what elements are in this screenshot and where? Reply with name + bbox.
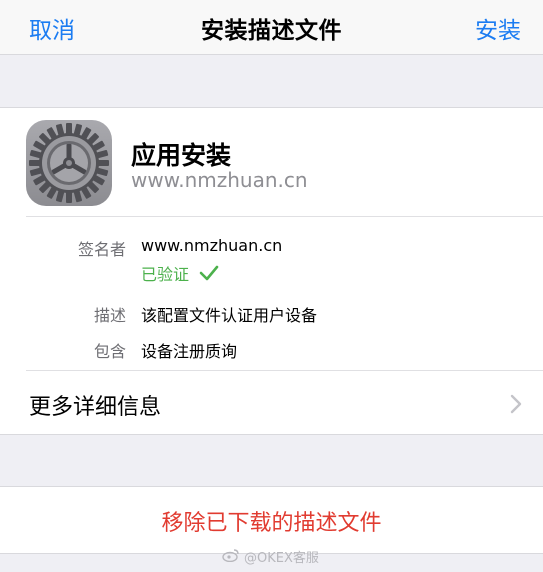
verified-status: 已验证: [141, 261, 219, 285]
signer-label: 签名者: [77, 240, 126, 259]
navigation-bar: 取消 安装描述文件 安装: [0, 0, 543, 55]
more-details-row[interactable]: 更多详细信息: [0, 371, 543, 433]
profile-name: 应用安装: [131, 141, 232, 170]
profile-card: 应用安装 www.nmzhuan.cn 签名者 www.nmzhuan.cn 已…: [0, 107, 543, 435]
settings-gear-icon: [26, 120, 112, 206]
divider: [26, 216, 543, 217]
contains-value: 设备注册质询: [141, 342, 238, 361]
install-button[interactable]: 安装: [475, 11, 521, 45]
remove-profile-button[interactable]: 移除已下载的描述文件: [0, 486, 543, 554]
profile-domain: www.nmzhuan.cn: [131, 168, 308, 192]
description-label: 描述: [93, 306, 126, 325]
watermark-text: @OKEX客服: [244, 551, 319, 566]
watermark: @OKEX客服: [222, 547, 319, 566]
contains-label: 包含: [93, 342, 126, 361]
remove-profile-label: 移除已下载的描述文件: [161, 511, 382, 536]
page-title: 安装描述文件: [201, 18, 342, 44]
weibo-logo-icon: [222, 548, 240, 566]
chevron-right-icon: [510, 394, 522, 418]
description-value: 该配置文件认证用户设备: [141, 306, 318, 325]
verified-label: 已验证: [141, 265, 190, 284]
signer-value: www.nmzhuan.cn: [141, 236, 283, 255]
checkmark-icon: [199, 265, 219, 281]
more-details-label: 更多详细信息: [29, 395, 162, 420]
